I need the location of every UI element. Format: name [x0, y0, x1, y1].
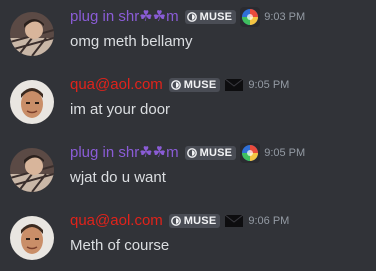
- message-content: omg meth bellamy: [70, 33, 193, 50]
- timestamp: 9:05 PM: [264, 147, 306, 159]
- server-tag[interactable]: MUSE: [184, 10, 237, 24]
- message-item: plug in shr☘☘m MUSE 9:03 PM omg meth bel…: [0, 6, 376, 66]
- server-tag-label: MUSE: [199, 11, 233, 23]
- message-content: Meth of course: [70, 237, 170, 254]
- timestamp: 9:05 PM: [248, 79, 290, 91]
- server-tag[interactable]: MUSE: [184, 146, 237, 160]
- server-tag[interactable]: MUSE: [168, 214, 221, 228]
- avatar[interactable]: [10, 216, 54, 260]
- message-item: qua@aol.com MUSE 9:05 PM im at your door: [0, 74, 376, 134]
- colorful-orb-role-icon[interactable]: [240, 7, 261, 27]
- chat-message-list: plug in shr☘☘m MUSE 9:03 PM omg meth bel…: [0, 0, 376, 271]
- muse-tag-icon: [186, 148, 197, 158]
- server-tag-label: MUSE: [183, 215, 217, 227]
- username[interactable]: qua@aol.com: [70, 211, 163, 231]
- avatar[interactable]: [10, 12, 54, 56]
- message-item: plug in shr☘☘m MUSE 9:05 PM wjat do u wa…: [0, 142, 376, 202]
- message-content: wjat do u want: [70, 169, 166, 186]
- username[interactable]: qua@aol.com: [70, 75, 163, 95]
- message-header: plug in shr☘☘m MUSE 9:03 PM: [70, 6, 305, 28]
- muse-tag-icon: [170, 80, 181, 90]
- server-tag[interactable]: MUSE: [168, 78, 221, 92]
- message-content: im at your door: [70, 101, 171, 118]
- timestamp: 9:03 PM: [264, 11, 306, 23]
- avatar[interactable]: [10, 148, 54, 192]
- black-envelope-role-icon[interactable]: [224, 75, 244, 95]
- username[interactable]: plug in shr☘☘m: [70, 7, 179, 27]
- timestamp: 9:06 PM: [248, 215, 290, 227]
- colorful-orb-role-icon[interactable]: [240, 143, 261, 163]
- username[interactable]: plug in shr☘☘m: [70, 143, 179, 163]
- black-envelope-role-icon[interactable]: [224, 211, 244, 231]
- server-tag-label: MUSE: [199, 147, 233, 159]
- avatar[interactable]: [10, 80, 54, 124]
- server-tag-label: MUSE: [183, 79, 217, 91]
- message-header: plug in shr☘☘m MUSE 9:05 PM: [70, 142, 305, 164]
- muse-tag-icon: [186, 12, 197, 22]
- message-header: qua@aol.com MUSE 9:06 PM: [70, 210, 289, 232]
- muse-tag-icon: [170, 216, 181, 226]
- message-item: qua@aol.com MUSE 9:06 PM Meth of course: [0, 210, 376, 270]
- message-header: qua@aol.com MUSE 9:05 PM: [70, 74, 289, 96]
